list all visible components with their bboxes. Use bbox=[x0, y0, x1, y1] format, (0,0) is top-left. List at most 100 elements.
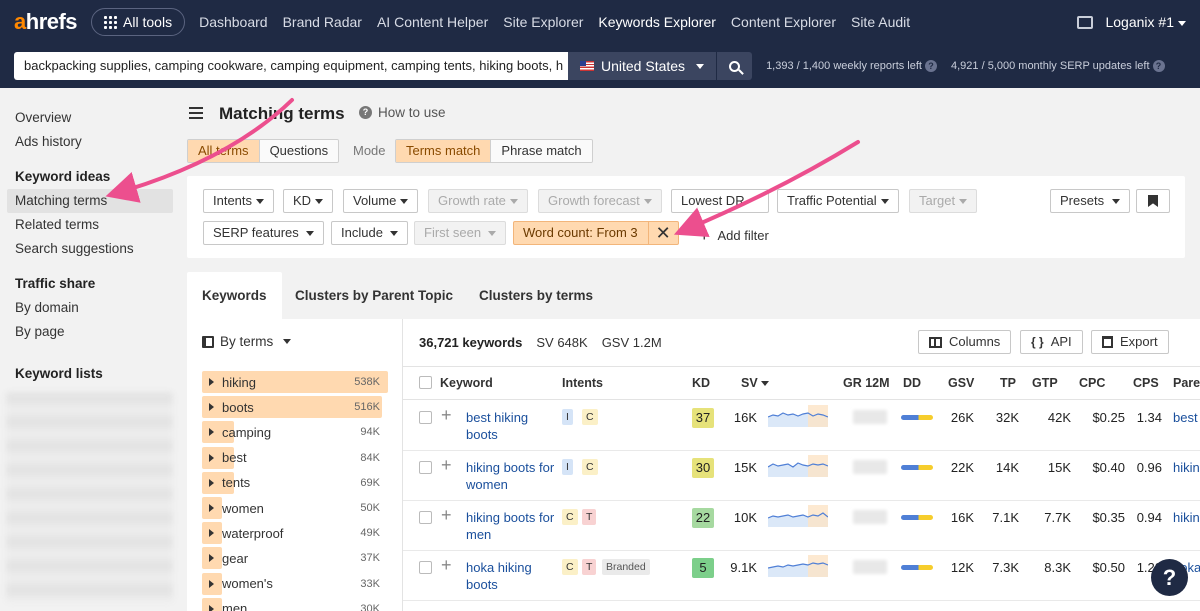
parent-topic-link[interactable]: best bbox=[1173, 409, 1198, 426]
filter-serp-features[interactable]: SERP features bbox=[203, 221, 324, 245]
account-menu[interactable]: Loganix #1 bbox=[1105, 14, 1186, 30]
country-select[interactable]: United States bbox=[568, 52, 717, 80]
col-parent-topic[interactable]: Parent bbox=[1173, 376, 1200, 390]
filter-first-seen[interactable]: First seen bbox=[414, 221, 507, 245]
keyword-link[interactable]: hiking boots for men bbox=[466, 509, 556, 543]
sidebar-item-by-domain[interactable]: By domain bbox=[7, 296, 173, 320]
col-gsv[interactable]: GSV bbox=[948, 376, 974, 390]
sidebar-item-overview[interactable]: Overview bbox=[7, 106, 173, 130]
row-checkbox[interactable] bbox=[419, 411, 432, 424]
add-to-list-icon[interactable]: + bbox=[441, 455, 452, 476]
filter-include[interactable]: Include bbox=[331, 221, 408, 245]
add-to-list-icon[interactable]: + bbox=[441, 405, 452, 426]
help-chat-button[interactable]: ? bbox=[1151, 559, 1188, 596]
keyword-count: 36,721 keywords bbox=[419, 335, 523, 350]
cpc-value: $0.35 bbox=[1092, 510, 1125, 525]
col-cps[interactable]: CPS bbox=[1133, 376, 1159, 390]
term-item[interactable]: women 50K bbox=[202, 497, 388, 519]
all-tools-button[interactable]: All tools bbox=[91, 8, 186, 36]
save-preset-button[interactable] bbox=[1136, 189, 1170, 213]
how-to-use-link[interactable]: ? How to use bbox=[359, 105, 446, 120]
col-keyword[interactable]: Keyword bbox=[440, 376, 493, 390]
sidebar-item-ads-history[interactable]: Ads history bbox=[7, 130, 173, 154]
intent-badge: I bbox=[562, 459, 573, 475]
close-icon[interactable]: ✕ bbox=[647, 222, 678, 244]
monitor-icon[interactable] bbox=[1077, 15, 1094, 29]
filter-volume[interactable]: Volume bbox=[343, 189, 419, 213]
columns-button[interactable]: Columns bbox=[918, 330, 1012, 354]
term-item[interactable]: camping 94K bbox=[202, 421, 388, 444]
col-cpc[interactable]: CPC bbox=[1079, 376, 1105, 390]
term-item[interactable]: best 84K bbox=[202, 446, 388, 469]
filter-target[interactable]: Target bbox=[909, 189, 978, 213]
term-count: 33K bbox=[360, 577, 380, 590]
chevron-right-icon bbox=[209, 529, 214, 538]
tab-clusters-terms[interactable]: Clusters by terms bbox=[464, 272, 608, 319]
col-gtp[interactable]: GTP bbox=[1032, 376, 1058, 390]
term-item[interactable]: boots 516K bbox=[202, 396, 388, 419]
keyword-link[interactable]: hiking boots for women bbox=[466, 459, 556, 493]
tab-terms-match[interactable]: Terms match bbox=[396, 140, 491, 162]
filter-intents[interactable]: Intents bbox=[203, 189, 275, 213]
nav-content-explorer[interactable]: Content Explorer bbox=[731, 14, 836, 30]
nav-site-explorer[interactable]: Site Explorer bbox=[503, 14, 583, 30]
col-sv[interactable]: SV bbox=[741, 376, 769, 390]
chevron-down-icon bbox=[643, 199, 652, 205]
sidebar-item-search-suggestions[interactable]: Search suggestions bbox=[7, 237, 173, 261]
tab-all-terms[interactable]: All terms bbox=[188, 140, 259, 162]
col-tp[interactable]: TP bbox=[1000, 376, 1016, 390]
chevron-down-icon bbox=[315, 199, 324, 205]
term-item[interactable]: gear 37K bbox=[202, 547, 388, 570]
parent-topic-link[interactable]: hikin bbox=[1173, 509, 1200, 526]
term-item[interactable]: tents 69K bbox=[202, 471, 388, 494]
add-to-list-icon[interactable]: + bbox=[441, 505, 452, 526]
nav-keywords-explorer[interactable]: Keywords Explorer bbox=[598, 14, 716, 30]
presets-button[interactable]: Presets bbox=[1050, 189, 1131, 213]
sidebar-item-by-page[interactable]: By page bbox=[7, 320, 173, 344]
keywords-input[interactable]: backpacking supplies, camping cookware, … bbox=[14, 52, 568, 80]
sidebar-item-matching-terms[interactable]: Matching terms bbox=[7, 189, 173, 213]
row-checkbox[interactable] bbox=[419, 461, 432, 474]
col-intents[interactable]: Intents bbox=[562, 376, 603, 390]
term-item[interactable]: hiking 538K bbox=[202, 371, 388, 393]
filter-growth-forecast[interactable]: Growth forecast bbox=[538, 189, 662, 213]
ahrefs-logo[interactable]: ahrefs bbox=[14, 9, 78, 35]
add-filter-button[interactable]: + Add filter bbox=[699, 226, 769, 244]
col-dd[interactable]: DD bbox=[903, 376, 921, 390]
keyword-link[interactable]: hoka hiking boots bbox=[466, 559, 556, 593]
filter-growth-rate[interactable]: Growth rate bbox=[428, 189, 528, 213]
select-all-checkbox[interactable] bbox=[419, 376, 432, 389]
term-item[interactable]: women's 33K bbox=[202, 572, 388, 595]
nav-site-audit[interactable]: Site Audit bbox=[851, 14, 910, 30]
parent-topic-link[interactable]: hikin bbox=[1173, 459, 1200, 476]
add-to-list-icon[interactable]: + bbox=[441, 555, 452, 576]
row-checkbox[interactable] bbox=[419, 511, 432, 524]
menu-icon[interactable] bbox=[189, 107, 203, 119]
tab-phrase-match[interactable]: Phrase match bbox=[490, 140, 592, 162]
filter-lowest-dr[interactable]: Lowest DR bbox=[671, 189, 769, 213]
help-icon[interactable]: ? bbox=[1152, 60, 1165, 73]
keyword-link[interactable]: best hiking boots bbox=[466, 409, 556, 443]
row-checkbox[interactable] bbox=[419, 561, 432, 574]
col-kd[interactable]: KD bbox=[692, 376, 710, 390]
trend-sparkline bbox=[768, 405, 828, 427]
nav-dashboard[interactable]: Dashboard bbox=[199, 14, 268, 30]
nav-brand-radar[interactable]: Brand Radar bbox=[283, 14, 362, 30]
term-item[interactable]: men 30K bbox=[202, 597, 388, 611]
api-button[interactable]: { } API bbox=[1020, 330, 1083, 354]
by-terms-select[interactable]: By terms bbox=[202, 334, 292, 349]
filter-traffic-potential[interactable]: Traffic Potential bbox=[777, 189, 899, 213]
filter-kd[interactable]: KD bbox=[283, 189, 334, 213]
term-item[interactable]: waterproof 49K bbox=[202, 522, 388, 545]
col-gr-12m[interactable]: GR 12M bbox=[843, 376, 890, 390]
search-button[interactable] bbox=[716, 52, 753, 80]
growth-value-blurred bbox=[853, 510, 887, 524]
export-button[interactable]: Export bbox=[1091, 330, 1169, 354]
tab-clusters-parent-topic[interactable]: Clusters by Parent Topic bbox=[280, 272, 468, 319]
tab-questions[interactable]: Questions bbox=[258, 140, 339, 162]
filter-word-count-active[interactable]: Word count: From 3 ✕ bbox=[513, 221, 679, 245]
nav-ai-content-helper[interactable]: AI Content Helper bbox=[377, 14, 488, 30]
tab-keywords[interactable]: Keywords bbox=[187, 272, 282, 319]
help-icon[interactable]: ? bbox=[925, 60, 937, 73]
sidebar-item-related-terms[interactable]: Related terms bbox=[7, 213, 173, 237]
